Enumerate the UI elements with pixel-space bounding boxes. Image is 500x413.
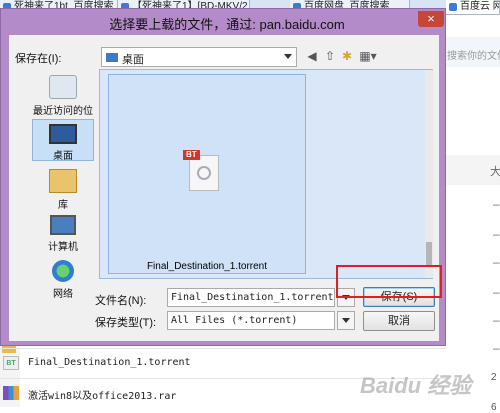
size-value: –	[493, 285, 500, 299]
tab-favicon	[449, 3, 457, 11]
place-label: 库	[58, 200, 68, 211]
size-value: –	[493, 313, 500, 327]
vertical-scrollbar[interactable]	[425, 70, 433, 278]
dialog-title-bar[interactable]: 选择要上载的文件，通过: pan.baidu.com ×	[2, 10, 444, 34]
file-name[interactable]: Final_Destination_1.torrent	[28, 357, 191, 368]
location-select[interactable]: 桌面	[101, 47, 297, 67]
save-in-label: 保存在(I):	[15, 53, 62, 65]
highlight-annotation	[336, 265, 442, 298]
dialog-title: 选择要上载的文件，通过: pan.baidu.com	[109, 17, 345, 32]
filetype-label: 保存类型(T):	[95, 317, 157, 329]
file-list: BT Final_Destination_1.torrent	[99, 69, 433, 279]
desktop-icon	[49, 124, 77, 144]
new-folder-icon[interactable]: ✱	[340, 49, 354, 63]
torrent-file-icon: BT	[183, 150, 219, 191]
chevron-down-icon	[342, 318, 350, 323]
column-header: 大	[445, 155, 500, 185]
back-icon[interactable]: ◀	[305, 49, 319, 63]
place-label: 桌面	[53, 151, 73, 162]
place-computer[interactable]: 计算机	[32, 215, 94, 253]
size-value: –	[493, 341, 500, 355]
file-item-label: Final_Destination_1.torrent	[146, 261, 268, 272]
filetype-dropdown[interactable]	[337, 311, 355, 330]
close-button[interactable]: ×	[418, 11, 444, 27]
library-icon	[49, 169, 77, 193]
torrent-file-icon: BT	[3, 356, 19, 370]
size-value: –	[493, 227, 500, 241]
search-hint: 搜索你的文件	[447, 51, 500, 62]
desktop-folder-icon	[106, 53, 118, 62]
file-name[interactable]: 激活win8以及office2013.rar	[28, 387, 176, 402]
view-menu-icon[interactable]: ▦▾	[358, 49, 378, 63]
torrent-glyph	[197, 166, 211, 180]
place-network[interactable]: 网络	[32, 260, 94, 300]
place-library[interactable]: 库	[32, 169, 94, 211]
place-desktop[interactable]: 桌面	[32, 119, 94, 162]
size-value: –	[493, 255, 500, 269]
size-value: 6	[491, 402, 497, 413]
bg-search-area: 搜索你的文件	[445, 37, 500, 67]
filename-input[interactable]: Final_Destination_1.torrent	[167, 288, 335, 307]
scroll-thumb[interactable]	[426, 242, 432, 266]
network-icon	[52, 260, 74, 282]
size-value: 2	[491, 372, 497, 383]
watermark: Baidu 经验	[360, 373, 472, 398]
places-bar: 最近访问的位置 桌面 库 计算机 网络	[32, 75, 94, 307]
bt-badge: BT	[183, 150, 200, 160]
location-value: 桌面	[122, 54, 144, 66]
filename-label: 文件名(N):	[95, 295, 147, 307]
chevron-down-icon	[284, 54, 292, 59]
archive-file-icon	[3, 386, 19, 400]
place-label: 计算机	[48, 242, 78, 253]
cancel-button[interactable]: 取消	[363, 311, 435, 331]
place-label: 网络	[53, 289, 73, 300]
column-header-size: 大	[490, 166, 500, 178]
background-right-column: 搜索你的文件 大 – – – – – – 2 6	[445, 15, 500, 413]
computer-icon	[50, 215, 76, 235]
up-folder-icon[interactable]: ⇧	[323, 49, 337, 63]
browser-tab-4[interactable]: 百度云 网	[446, 0, 500, 14]
size-value: –	[493, 197, 500, 211]
recent-places-icon	[49, 75, 77, 99]
file-item-torrent[interactable]: BT Final_Destination_1.torrent	[108, 74, 306, 274]
filetype-select[interactable]: All Files (*.torrent)	[167, 311, 335, 330]
